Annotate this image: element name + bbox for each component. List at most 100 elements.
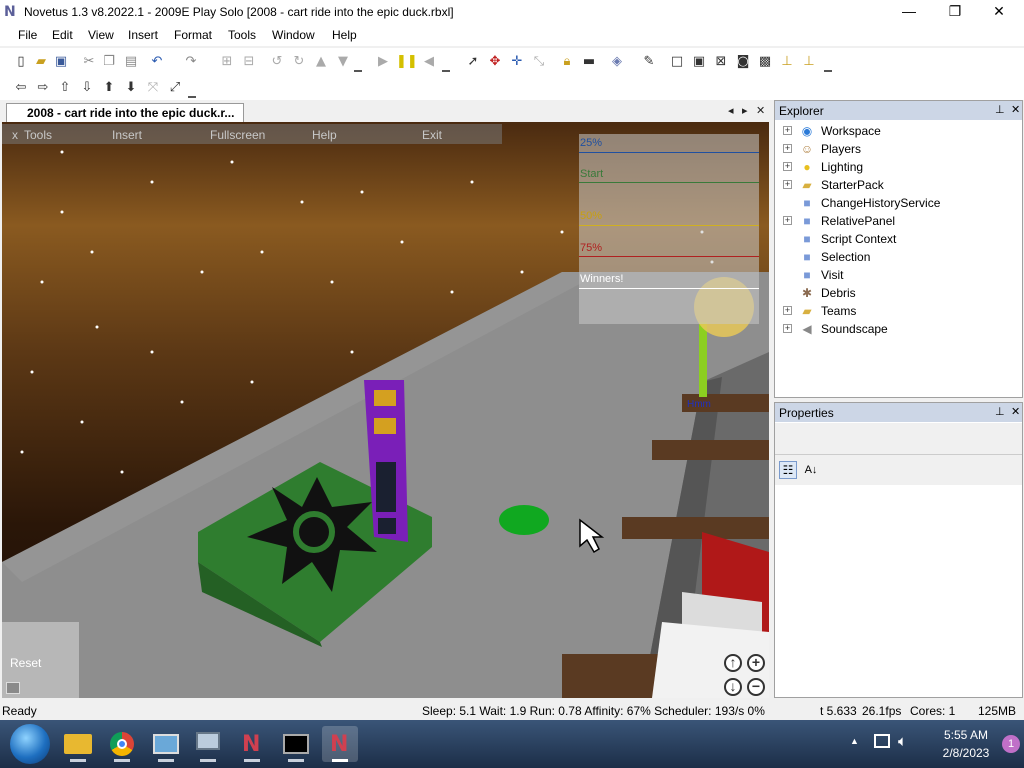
close-icon[interactable]: ✕ [1011, 103, 1020, 116]
rotate-right-icon[interactable]: ↻ [290, 53, 308, 71]
tree-item-debris[interactable]: ✱ Debris [775, 284, 1021, 302]
move-up-icon[interactable]: ▲ [312, 53, 330, 71]
minimize-button[interactable]: — [886, 0, 932, 24]
ungroup-icon[interactable]: ⊟ [240, 53, 258, 71]
group-icon[interactable]: ⊞ [218, 53, 236, 71]
camera-tilt-up-icon[interactable]: ⇧ [56, 79, 74, 97]
notification-badge[interactable]: 1 [1002, 735, 1020, 753]
undo-icon[interactable]: ↶ [148, 53, 166, 71]
menu-help[interactable]: Help [332, 28, 357, 42]
tree-item-selection[interactable]: ■ Selection [775, 248, 1021, 266]
zoom-in-button[interactable]: + [747, 654, 765, 672]
tray-overflow-icon[interactable]: ▲ [850, 736, 859, 746]
expand-icon[interactable]: + [783, 126, 792, 135]
save-icon[interactable]: ▣ [52, 53, 70, 71]
ingame-menu-help[interactable]: Help [312, 128, 337, 142]
rotate-left-icon[interactable]: ↺ [268, 53, 286, 71]
pause-icon[interactable]: ❚❚ [396, 53, 418, 71]
move-icon[interactable]: ✥ [486, 53, 504, 71]
redo-icon[interactable]: ↷ [182, 53, 200, 71]
surface-glue-icon[interactable]: ▣ [690, 53, 708, 71]
tab-next-icon[interactable]: ▸ [742, 104, 748, 117]
network-computer-icon[interactable] [190, 726, 226, 762]
tree-item-script-context[interactable]: ■ Script Context [775, 230, 1021, 248]
tree-item-starterpack[interactable]: + ▰ StarterPack [775, 176, 1021, 194]
tab-prev-icon[interactable]: ◂ [728, 104, 734, 117]
clock-date[interactable]: 2/8/2023 [936, 746, 996, 760]
play-icon[interactable]: ▶ [374, 53, 392, 71]
ingame-menu-fullscreen[interactable]: Fullscreen [210, 128, 265, 142]
ingame-menu-exit[interactable]: Exit [422, 128, 442, 142]
drag-icon[interactable]: ✛ [508, 53, 526, 71]
tree-item-soundscape[interactable]: + ◀ Soundscape [775, 320, 1021, 338]
file-explorer-icon[interactable] [60, 726, 96, 762]
ingame-menu-tools[interactable]: Tools [24, 128, 52, 142]
alphabetical-sort-icon[interactable]: A↓ [801, 461, 821, 479]
toolbar-overflow-icon[interactable] [188, 88, 196, 98]
surface-inlet-icon[interactable]: ▩ [756, 53, 774, 71]
open-folder-icon[interactable]: ▰ [32, 53, 50, 71]
menu-window[interactable]: Window [272, 28, 315, 42]
green-spawn-disc[interactable] [499, 505, 549, 535]
menu-format[interactable]: Format [174, 28, 212, 42]
camera-pan-left-icon[interactable]: ⇦ [12, 79, 30, 97]
novetus-studio-icon[interactable]: N [322, 726, 358, 762]
camera-zoom-in-icon[interactable]: ⬆ [100, 79, 118, 97]
novetus-launcher-icon[interactable]: N [234, 726, 270, 762]
zoom-extents-icon[interactable]: ⤧ [144, 79, 162, 97]
tree-item-visit[interactable]: ■ Visit [775, 266, 1021, 284]
close-icon[interactable]: ✕ [1011, 405, 1020, 418]
surface-weld-icon[interactable]: ⊠ [712, 53, 730, 71]
expand-icon[interactable]: + [783, 306, 792, 315]
photo-viewer-icon[interactable] [148, 726, 184, 762]
toolbar-overflow-icon[interactable] [824, 62, 832, 72]
menu-insert[interactable]: Insert [128, 28, 158, 42]
tree-item-players[interactable]: + ☺ Players [775, 140, 1021, 158]
menu-file[interactable]: File [18, 28, 37, 42]
maximize-button[interactable]: ❐ [932, 0, 978, 24]
copy-icon[interactable]: ❐ [100, 53, 118, 71]
network-icon[interactable] [874, 734, 890, 748]
menu-edit[interactable]: Edit [52, 28, 73, 42]
menu-tools[interactable]: Tools [228, 28, 256, 42]
ingame-menu-insert[interactable]: Insert [112, 128, 142, 142]
pin-icon[interactable]: ⊥ [995, 103, 1005, 116]
tree-item-lighting[interactable]: + ● Lighting [775, 158, 1021, 176]
reset-button[interactable]: Reset [2, 622, 79, 698]
expand-icon[interactable]: + [783, 324, 792, 333]
start-button-icon[interactable] [10, 724, 50, 764]
tree-item-workspace[interactable]: + ◉ Workspace [775, 122, 1021, 140]
expand-icon[interactable]: + [783, 162, 792, 171]
camera-up-button[interactable]: ↑ [724, 654, 742, 672]
zoom-out-button[interactable]: − [747, 678, 765, 696]
look-at-icon[interactable]: ⤢ [166, 79, 184, 97]
select-arrow-icon[interactable]: ➚ [464, 53, 482, 71]
dropper-icon[interactable]: ✎ [640, 53, 658, 71]
close-button[interactable]: ✕ [976, 0, 1022, 24]
expand-icon[interactable]: + [783, 144, 792, 153]
surface-hinge-icon[interactable]: ⊥ [778, 53, 796, 71]
tree-item-teams[interactable]: + ▰ Teams [775, 302, 1021, 320]
lock-icon[interactable]: 🔒︎ [558, 53, 576, 71]
chrome-icon[interactable] [104, 726, 140, 762]
paste-icon[interactable]: ▤ [122, 53, 140, 71]
document-tab[interactable]: 2008 - cart ride into the epic duck.r... [6, 103, 244, 122]
paint-bucket-icon[interactable]: ◈ [608, 53, 626, 71]
surface-motor-icon[interactable]: ⊥ [800, 53, 818, 71]
tree-item-changehistoryservice[interactable]: ■ ChangeHistoryService [775, 194, 1021, 212]
pin-icon[interactable]: ⊥ [995, 405, 1005, 418]
menu-view[interactable]: View [88, 28, 114, 42]
tree-item-relativepanel[interactable]: + ■ RelativePanel [775, 212, 1021, 230]
reset-simulation-icon[interactable]: ◀ [420, 53, 438, 71]
anchor-icon[interactable]: ▬ [580, 53, 598, 71]
game-viewport[interactable]: Hmm x Tools Insert Fullscreen Help Exit … [2, 122, 769, 698]
move-down-icon[interactable]: ▼ [334, 53, 352, 71]
resize-icon[interactable]: ⤡ [530, 53, 548, 71]
surface-smooth-icon[interactable]: □ [668, 53, 686, 71]
command-prompt-icon[interactable] [278, 726, 314, 762]
toolbar-overflow-icon[interactable] [354, 62, 362, 72]
camera-pan-right-icon[interactable]: ⇨ [34, 79, 52, 97]
toolbar-overflow-icon[interactable] [442, 62, 450, 72]
camera-down-button[interactable]: ↓ [724, 678, 742, 696]
volume-icon[interactable]: 🔈︎ [898, 732, 907, 750]
